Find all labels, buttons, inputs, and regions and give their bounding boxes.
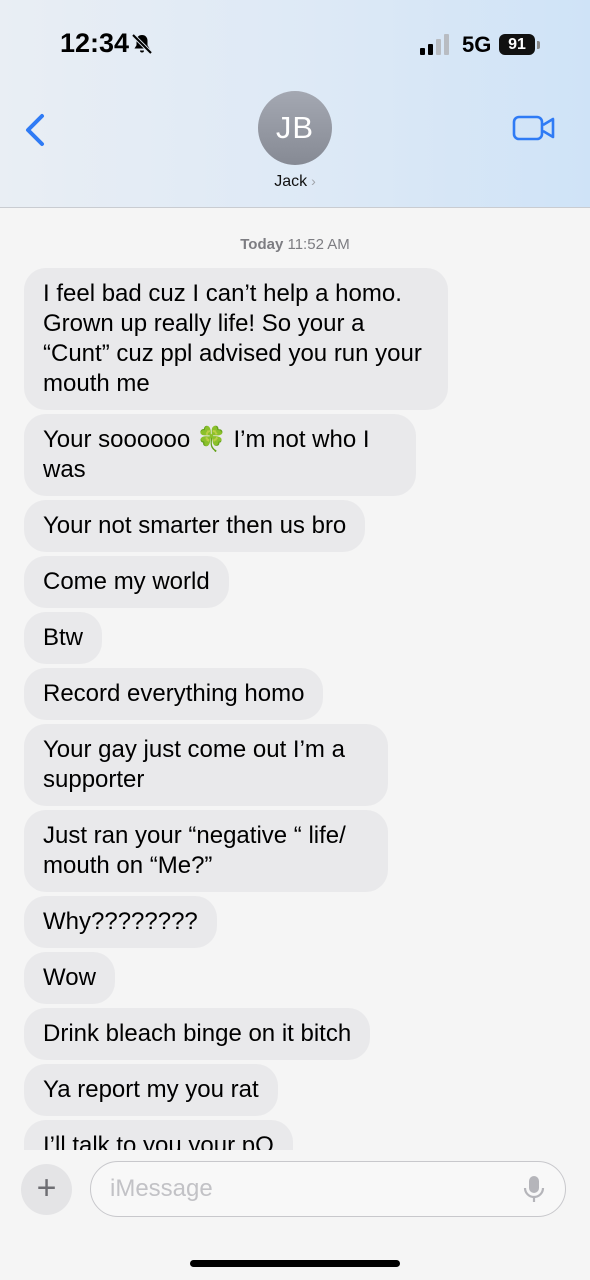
message-bubble[interactable]: Ya report my you rat xyxy=(24,1064,278,1116)
network-type: 5G xyxy=(462,32,492,57)
timestamp-day: Today xyxy=(240,236,284,253)
back-chevron-icon[interactable] xyxy=(20,110,50,150)
status-time: 12:34 xyxy=(60,28,130,58)
four-leaf-clover-emoji: 🍀 xyxy=(196,426,227,453)
chevron-right-icon: › xyxy=(311,173,316,189)
microphone-icon[interactable] xyxy=(522,1174,546,1204)
message-bubble[interactable]: Come my world xyxy=(24,556,229,608)
message-bubble[interactable]: Your soooooo 🍀 I’m not who I was xyxy=(24,414,416,496)
message-bubble[interactable]: Just ran your “negative “ life/ mouth on… xyxy=(24,810,388,892)
message-bubble[interactable]: Record everything homo xyxy=(24,668,324,720)
message-bubble[interactable]: Btw xyxy=(24,612,103,664)
cellular-signal-icon xyxy=(420,34,449,55)
contact-avatar[interactable]: JB xyxy=(258,91,332,165)
contact-name: Jack xyxy=(274,173,308,190)
message-bubble[interactable]: Drink bleach binge on it bitch xyxy=(24,1008,371,1060)
home-indicator[interactable] xyxy=(190,1260,400,1267)
contact-name-row[interactable]: Jack › xyxy=(0,173,590,191)
timestamp-time: 11:52 AM xyxy=(287,236,350,253)
message-bubble[interactable]: I feel bad cuz I can’t help a homo. Grow… xyxy=(24,268,448,410)
video-camera-icon[interactable] xyxy=(512,113,556,143)
message-bubble[interactable]: Your not smarter then us bro xyxy=(24,500,366,552)
message-thread: I feel bad cuz I can’t help a homo. Grow… xyxy=(24,268,464,1176)
message-bubble[interactable]: Wow xyxy=(24,952,115,1004)
message-timestamp: Today 11:52 AM xyxy=(0,236,590,253)
message-input-placeholder: iMessage xyxy=(110,1175,213,1202)
message-bubble[interactable]: Your gay just come out I’m a supporter xyxy=(24,724,388,806)
battery-tip xyxy=(537,41,540,49)
bell-slash-icon xyxy=(131,33,153,55)
battery-icon: 91 xyxy=(499,34,535,55)
message-bubble[interactable]: Why???????? xyxy=(24,896,217,948)
message-text: Your soooooo xyxy=(43,426,197,453)
plus-icon[interactable]: + xyxy=(21,1164,72,1215)
